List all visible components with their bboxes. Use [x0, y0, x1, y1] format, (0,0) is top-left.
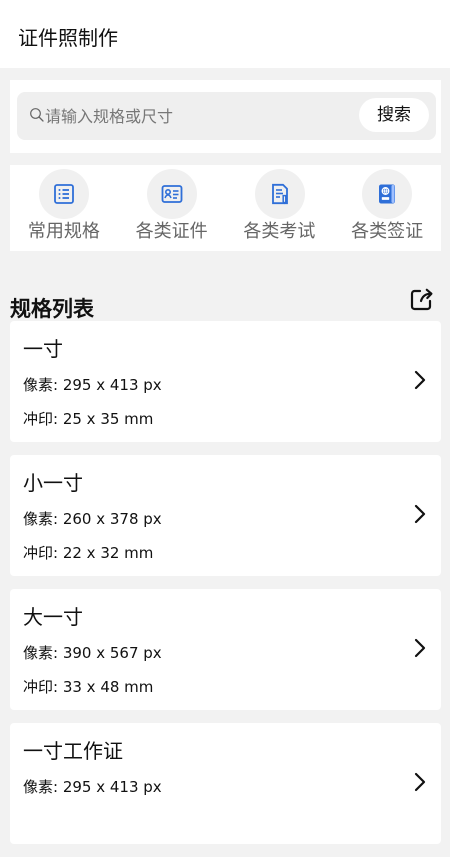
- category-icon-background: [362, 169, 413, 219]
- spec-name: 一寸工作证: [23, 739, 123, 763]
- spec-item-one-inch-work-id[interactable]: 一寸工作证 像素: 295 x 413 px: [10, 723, 441, 844]
- category-id-documents[interactable]: 各类证件: [118, 165, 226, 251]
- spec-pixel-size: 像素: 295 x 413 px: [23, 778, 162, 796]
- exam-document-icon: [271, 183, 288, 205]
- category-common-specs[interactable]: 常用规格: [10, 165, 118, 251]
- spec-name: 小一寸: [23, 471, 83, 495]
- category-icon-background: [39, 169, 89, 219]
- spec-print-size: 冲印: 22 x 32 mm: [23, 544, 154, 562]
- category-label: 各类签证: [351, 221, 424, 242]
- search-icon: [30, 108, 44, 122]
- chevron-right-icon: [414, 370, 426, 390]
- spec-pixel-size: 像素: 260 x 378 px: [23, 510, 162, 528]
- spec-pixel-size: 像素: 390 x 567 px: [23, 644, 162, 662]
- spec-print-size: 冲印: 33 x 48 mm: [23, 678, 154, 696]
- category-label: 常用规格: [27, 221, 100, 242]
- search-card: 搜索: [10, 80, 441, 153]
- list-icon: [54, 184, 74, 204]
- chevron-right-icon: [414, 504, 426, 524]
- share-icon[interactable]: [409, 286, 435, 312]
- search-button[interactable]: 搜索: [359, 98, 429, 132]
- spec-print-size: 冲印: 25 x 35 mm: [23, 410, 154, 428]
- quick-categories: 常用规格 各类证件 各类考试 各类签证: [10, 165, 441, 251]
- page-title: 证件照制作: [18, 26, 118, 50]
- category-label: 各类考试: [243, 221, 316, 242]
- passport-icon: [379, 184, 396, 204]
- spec-item-one-inch[interactable]: 一寸 像素: 295 x 413 px 冲印: 25 x 35 mm: [10, 321, 441, 442]
- chevron-right-icon: [414, 638, 426, 658]
- spec-name: 一寸: [23, 337, 63, 361]
- search-input[interactable]: [45, 104, 345, 128]
- category-icon-background: [146, 169, 197, 219]
- search-box[interactable]: 搜索: [17, 92, 436, 140]
- category-visas[interactable]: 各类签证: [333, 165, 441, 251]
- category-label: 各类证件: [135, 221, 208, 242]
- spec-item-large-one-inch[interactable]: 大一寸 像素: 390 x 567 px 冲印: 33 x 48 mm: [10, 589, 441, 710]
- spec-list-title: 规格列表: [10, 297, 94, 322]
- spec-pixel-size: 像素: 295 x 413 px: [23, 376, 162, 394]
- category-icon-background: [254, 169, 305, 219]
- category-exams[interactable]: 各类考试: [226, 165, 334, 251]
- app-header: 证件照制作: [0, 0, 450, 68]
- spec-name: 大一寸: [23, 605, 83, 629]
- spec-list: 一寸 像素: 295 x 413 px 冲印: 25 x 35 mm 小一寸 像…: [10, 321, 441, 857]
- spec-item-small-one-inch[interactable]: 小一寸 像素: 260 x 378 px 冲印: 22 x 32 mm: [10, 455, 441, 576]
- chevron-right-icon: [414, 772, 426, 792]
- id-card-icon: [161, 185, 183, 203]
